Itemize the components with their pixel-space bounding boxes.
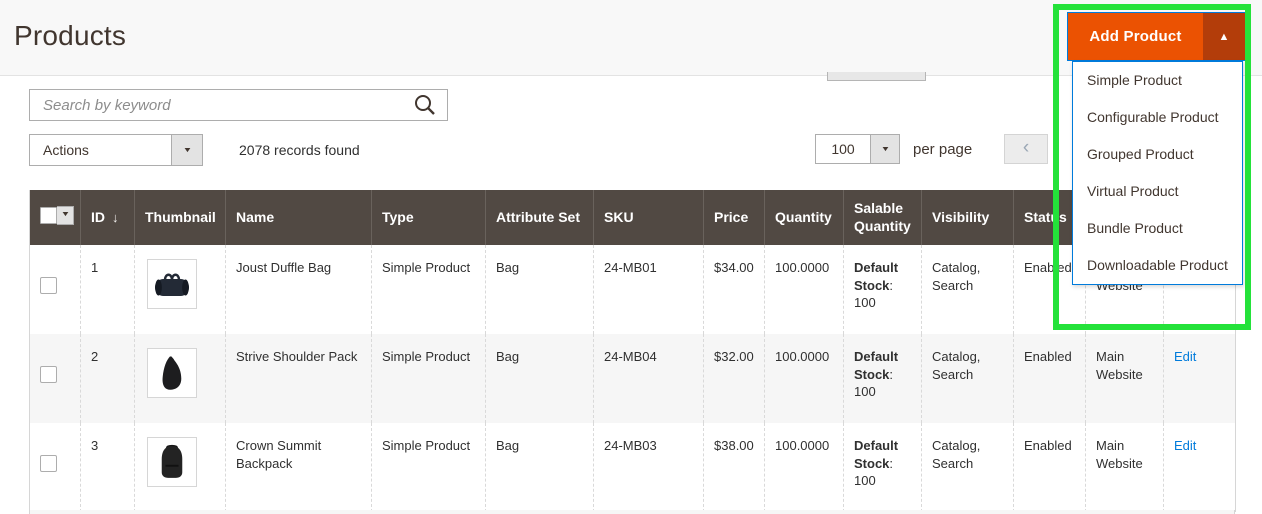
product-thumbnail <box>147 437 197 487</box>
products-grid: ▼ ID↓ Thumbnail Name Type Attribute Set … <box>29 190 1236 512</box>
cell-visibility: Catalog, Search <box>922 334 1014 423</box>
per-page-label: per page <box>913 141 972 158</box>
cell-id: 3 <box>81 423 135 512</box>
table-row: 3 Crown Summit Backpack Simple Product B… <box>30 423 1236 512</box>
add-product-split-toggle[interactable]: ▲ <box>1203 13 1245 60</box>
row-checkbox[interactable] <box>40 366 57 383</box>
column-header-salable-quantity[interactable]: Salable Quantity <box>844 190 922 245</box>
column-header-type[interactable]: Type <box>372 190 486 245</box>
backpack-image <box>158 444 186 480</box>
menu-item-configurable-product[interactable]: Configurable Product <box>1073 99 1242 136</box>
cell-visibility: Catalog, Search <box>922 423 1014 512</box>
search-icon[interactable] <box>410 93 440 117</box>
search-input[interactable] <box>29 89 448 121</box>
menu-item-downloadable-product[interactable]: Downloadable Product <box>1073 247 1242 284</box>
cell-websites: Main Website <box>1086 334 1164 423</box>
cell-price: $38.00 <box>704 423 765 512</box>
cell-salable-quantity: Default Stock: 100 <box>844 245 922 334</box>
grid-header-row: ▼ ID↓ Thumbnail Name Type Attribute Set … <box>30 190 1236 245</box>
column-header-price[interactable]: Price <box>704 190 765 245</box>
duffle-bag-image <box>152 269 192 299</box>
next-row-partial <box>29 510 1235 514</box>
keyword-search <box>29 89 448 121</box>
cell-price: $34.00 <box>704 245 765 334</box>
add-product-button[interactable]: Add Product ▲ <box>1068 13 1245 60</box>
select-all-checkbox[interactable] <box>40 207 57 224</box>
row-checkbox[interactable] <box>40 455 57 472</box>
menu-item-grouped-product[interactable]: Grouped Product <box>1073 136 1242 173</box>
records-found-text: 2078 records found <box>239 142 360 158</box>
cell-name: Strive Shoulder Pack <box>226 334 372 423</box>
per-page-select[interactable]: 100 ▼ <box>815 134 900 164</box>
cell-sku: 24-MB03 <box>594 423 704 512</box>
chevron-down-icon[interactable]: ▼ <box>870 135 899 163</box>
edit-link[interactable]: Edit <box>1174 349 1196 364</box>
product-thumbnail <box>147 259 197 309</box>
cell-sku: 24-MB01 <box>594 245 704 334</box>
per-page-value: 100 <box>816 135 870 163</box>
column-header-sku[interactable]: SKU <box>594 190 704 245</box>
column-header-id[interactable]: ID↓ <box>81 190 135 245</box>
cell-id: 1 <box>81 245 135 334</box>
column-header-name[interactable]: Name <box>226 190 372 245</box>
cell-name: Crown Summit Backpack <box>226 423 372 512</box>
cell-sku: 24-MB04 <box>594 334 704 423</box>
page-title: Products <box>14 20 126 52</box>
cell-salable-quantity: Default Stock: 100 <box>844 334 922 423</box>
actions-select[interactable]: Actions ▼ <box>29 134 203 166</box>
column-header-visibility[interactable]: Visibility <box>922 190 1014 245</box>
select-all-dropdown-icon[interactable]: ▼ <box>57 206 74 225</box>
chevron-left-icon: ‹ <box>1023 137 1029 158</box>
add-product-label: Add Product <box>1068 13 1203 60</box>
previous-page-button[interactable]: ‹ <box>1004 134 1048 164</box>
cell-price: $32.00 <box>704 334 765 423</box>
table-row: 2 Strive Shoulder Pack Simple Product Ba… <box>30 334 1236 423</box>
menu-item-bundle-product[interactable]: Bundle Product <box>1073 210 1242 247</box>
add-product-menu: Simple Product Configurable Product Grou… <box>1072 61 1243 285</box>
column-header-attribute-set[interactable]: Attribute Set <box>486 190 594 245</box>
menu-item-simple-product[interactable]: Simple Product <box>1073 62 1242 99</box>
cell-attribute-set: Bag <box>486 423 594 512</box>
cell-attribute-set: Bag <box>486 245 594 334</box>
column-header-thumbnail[interactable]: Thumbnail <box>135 190 226 245</box>
cell-attribute-set: Bag <box>486 334 594 423</box>
chevron-down-icon[interactable]: ▼ <box>171 135 202 165</box>
cell-status: Enabled <box>1014 334 1086 423</box>
cell-visibility: Catalog, Search <box>922 245 1014 334</box>
shoulder-pack-image <box>159 354 185 392</box>
edit-link[interactable]: Edit <box>1174 438 1196 453</box>
column-header-quantity[interactable]: Quantity <box>765 190 844 245</box>
partial-hidden-button[interactable] <box>827 72 926 81</box>
cell-name: Joust Duffle Bag <box>226 245 372 334</box>
table-row: 1 Joust Duffle Bag Simple Product Bag 24… <box>30 245 1236 334</box>
actions-select-value: Actions <box>30 135 171 165</box>
row-checkbox[interactable] <box>40 277 57 294</box>
select-all-header[interactable]: ▼ <box>30 190 81 245</box>
product-thumbnail <box>147 348 197 398</box>
chevron-up-icon: ▲ <box>1219 31 1230 43</box>
cell-type: Simple Product <box>372 423 486 512</box>
cell-type: Simple Product <box>372 245 486 334</box>
cell-quantity: 100.0000 <box>765 334 844 423</box>
cell-id: 2 <box>81 334 135 423</box>
sort-descending-icon: ↓ <box>112 210 119 225</box>
cell-quantity: 100.0000 <box>765 423 844 512</box>
cell-websites: Main Website <box>1086 423 1164 512</box>
cell-status: Enabled <box>1014 423 1086 512</box>
menu-item-virtual-product[interactable]: Virtual Product <box>1073 173 1242 210</box>
cell-type: Simple Product <box>372 334 486 423</box>
cell-salable-quantity: Default Stock: 100 <box>844 423 922 512</box>
cell-quantity: 100.0000 <box>765 245 844 334</box>
